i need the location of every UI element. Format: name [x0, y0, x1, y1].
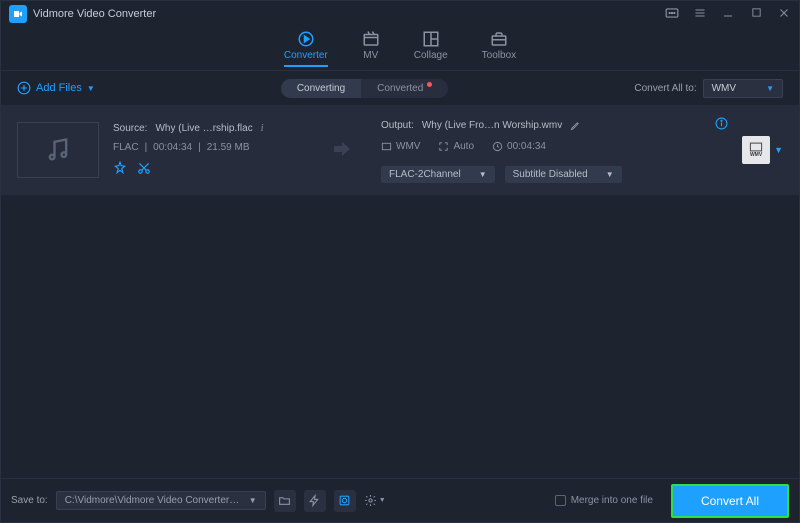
- gpu-off-button[interactable]: [304, 490, 326, 512]
- minimize-icon[interactable]: [721, 7, 735, 22]
- status-segment: Converting Converted: [281, 79, 449, 98]
- source-duration: 00:04:34: [153, 142, 192, 153]
- source-column: Source: Why (Live …rship.flac i FLAC | 0…: [113, 123, 313, 178]
- output-meta: WMV Auto 00:04:34: [381, 141, 728, 152]
- output-name: Why (Live Fro…n Worship.wmv: [422, 120, 562, 131]
- source-meta: FLAC | 00:04:34 | 21.59 MB: [113, 142, 313, 153]
- merge-checkbox[interactable]: Merge into one file: [555, 495, 653, 506]
- chevron-down-icon: ▼: [249, 496, 257, 505]
- titlebar: Vidmore Video Converter: [1, 1, 799, 27]
- footer: Save to: C:\Vidmore\Vidmore Video Conver…: [1, 478, 799, 522]
- merge-label: Merge into one file: [571, 495, 653, 506]
- source-codec: FLAC: [113, 142, 139, 153]
- chevron-down-icon: ▼: [379, 497, 386, 504]
- source-name: Why (Live …rship.flac: [155, 123, 252, 134]
- convert-all-to: Convert All to: WMV ▼: [634, 79, 783, 98]
- audio-select[interactable]: FLAC-2Channel ▼: [381, 166, 495, 183]
- open-folder-button[interactable]: [274, 490, 296, 512]
- tab-toolbox[interactable]: Toolbox: [482, 30, 516, 67]
- high-speed-button[interactable]: [334, 490, 356, 512]
- source-tools: [113, 161, 313, 178]
- notification-dot-icon: [427, 82, 432, 87]
- source-label: Source:: [113, 123, 147, 134]
- subtitle-select[interactable]: Subtitle Disabled ▼: [505, 166, 622, 183]
- tab-label: Collage: [414, 50, 448, 61]
- window: Vidmore Video Converter Converter: [0, 0, 800, 523]
- tab-collage[interactable]: Collage: [414, 30, 448, 67]
- tab-label: Converter: [284, 50, 328, 61]
- expand-icon: [438, 141, 449, 152]
- output-column: Output: Why (Live Fro…n Worship.wmv WMV …: [381, 117, 728, 183]
- checkbox-box-icon: [555, 495, 566, 506]
- target-format-value: WMV: [712, 83, 736, 94]
- edit-icon[interactable]: [570, 120, 581, 131]
- menu-icon[interactable]: [693, 7, 707, 22]
- save-path-value: C:\Vidmore\Vidmore Video Converter\Conve…: [65, 495, 241, 506]
- tab-label: MV: [363, 50, 378, 61]
- segment-converted[interactable]: Converted: [361, 79, 448, 98]
- file-row: Source: Why (Live …rship.flac i FLAC | 0…: [1, 105, 799, 195]
- video-icon: [381, 141, 392, 152]
- chevron-down-icon: ▼: [766, 84, 774, 93]
- chevron-down-icon: ▼: [87, 84, 95, 93]
- arrow-icon: [327, 137, 367, 164]
- feedback-icon[interactable]: [665, 7, 679, 22]
- thumbnail[interactable]: [17, 122, 99, 178]
- format-badge-icon: WMV: [742, 136, 770, 164]
- convert-all-to-label: Convert All to:: [634, 83, 696, 94]
- output-selects: FLAC-2Channel ▼ Subtitle Disabled ▼: [381, 166, 728, 183]
- output-format: WMV: [381, 141, 420, 152]
- chevron-down-icon: ▼: [479, 170, 487, 179]
- convert-all-button[interactable]: Convert All: [671, 484, 789, 518]
- chevron-down-icon: ▼: [774, 145, 783, 155]
- main-tabs: Converter MV Collage Toolbox: [1, 27, 799, 71]
- output-resolution: Auto: [438, 141, 474, 152]
- effects-icon[interactable]: [113, 161, 127, 178]
- add-files-label: Add Files: [36, 82, 82, 94]
- source-size: 21.59 MB: [207, 142, 250, 153]
- output-line: Output: Why (Live Fro…n Worship.wmv: [381, 117, 728, 133]
- source-line: Source: Why (Live …rship.flac i: [113, 123, 313, 134]
- output-label: Output:: [381, 120, 414, 131]
- maximize-icon[interactable]: [749, 7, 763, 22]
- save-path-select[interactable]: C:\Vidmore\Vidmore Video Converter\Conve…: [56, 491, 266, 510]
- app-title: Vidmore Video Converter: [33, 8, 665, 20]
- tab-converter[interactable]: Converter: [284, 30, 328, 67]
- window-controls: [665, 7, 791, 22]
- format-picker[interactable]: WMV ▼: [742, 136, 783, 164]
- save-to-label: Save to:: [11, 495, 48, 506]
- settings-button[interactable]: ▼: [364, 490, 386, 512]
- target-format-select[interactable]: WMV ▼: [703, 79, 783, 98]
- tab-label: Toolbox: [482, 50, 516, 61]
- cut-icon[interactable]: [137, 161, 151, 178]
- segment-converting[interactable]: Converting: [281, 79, 361, 98]
- output-duration: 00:04:34: [492, 141, 546, 152]
- add-files-button[interactable]: Add Files ▼: [17, 81, 95, 95]
- chevron-down-icon: ▼: [606, 170, 614, 179]
- tab-mv[interactable]: MV: [362, 30, 380, 67]
- info-icon[interactable]: i: [261, 123, 264, 134]
- info-circle-icon[interactable]: [715, 117, 728, 133]
- clock-icon: [492, 141, 503, 152]
- app-icon: [9, 5, 27, 23]
- close-icon[interactable]: [777, 7, 791, 22]
- toolbar: Add Files ▼ Converting Converted Convert…: [1, 71, 799, 105]
